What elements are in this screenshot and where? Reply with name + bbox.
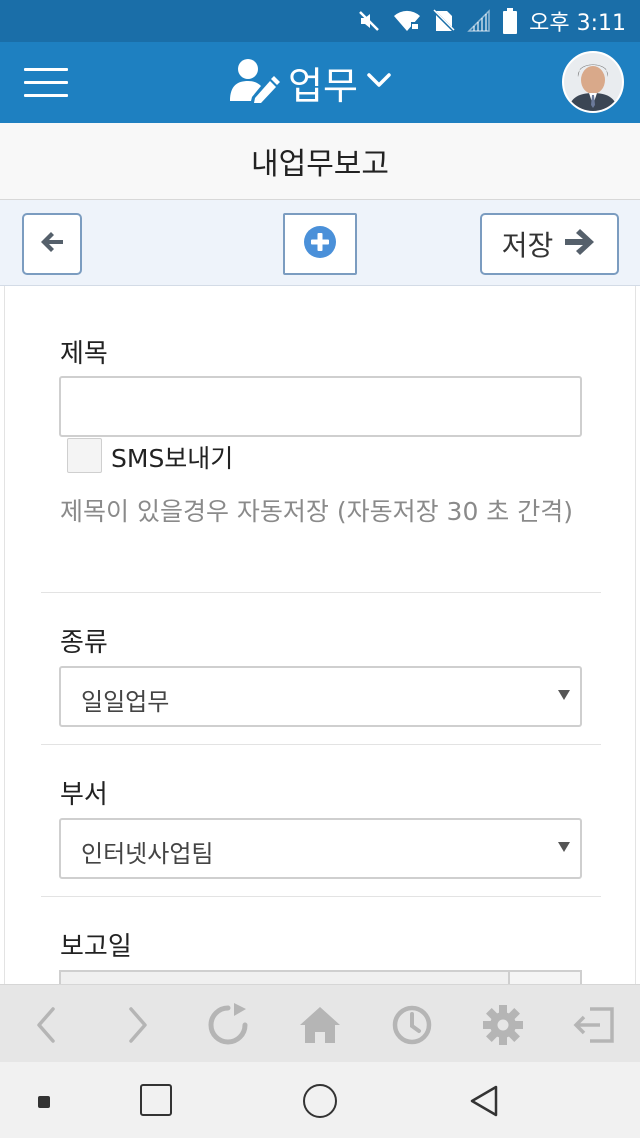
report-form: 제목 SMS보내기 제목이 있을경우 자동저장 (자동저장 30 초 간격) 종… — [4, 286, 636, 984]
dept-label: 부서 — [60, 780, 108, 810]
home-icon[interactable] — [296, 1001, 344, 1049]
select-arrow-icon — [558, 690, 570, 700]
status-time: 오후 3:11 — [529, 11, 626, 36]
user-edit-icon — [230, 57, 280, 107]
chevron-down-icon — [366, 71, 392, 93]
back-button[interactable] — [22, 213, 82, 275]
reload-icon[interactable] — [204, 1001, 252, 1049]
date-picker-button[interactable] — [508, 972, 580, 984]
forward-icon[interactable] — [114, 1001, 162, 1049]
back-triangle-icon[interactable] — [468, 1084, 500, 1118]
dot-icon[interactable] — [38, 1096, 50, 1108]
divider — [41, 592, 601, 593]
page-title-bar: 내업무보고 — [0, 123, 640, 200]
date-label: 보고일 — [60, 932, 132, 962]
app-header: 업무 — [0, 42, 640, 123]
type-select-value: 일일업무 — [81, 688, 170, 716]
select-arrow-icon — [558, 842, 570, 852]
sms-checkbox[interactable] — [67, 438, 102, 473]
dept-select[interactable]: 인터넷사업팀 — [59, 818, 582, 879]
signal-icon — [467, 9, 491, 33]
sms-checkbox-label[interactable]: SMS보내기 — [111, 439, 233, 475]
title-input[interactable] — [59, 376, 582, 437]
action-toolbar: 저장 — [0, 200, 640, 286]
status-icons: 오후 3:11 — [357, 6, 626, 36]
mute-icon — [357, 9, 381, 33]
divider — [41, 896, 601, 897]
divider — [41, 744, 601, 745]
type-label: 종류 — [60, 628, 108, 658]
save-button-label: 저장 — [501, 229, 554, 262]
status-bar: 오후 3:11 — [0, 0, 640, 42]
page-title: 내업무보고 — [251, 147, 389, 182]
date-input[interactable] — [59, 970, 582, 984]
arrow-left-icon — [39, 230, 65, 258]
recents-icon[interactable] — [140, 1084, 172, 1116]
avatar[interactable] — [562, 51, 624, 113]
plus-circle-icon — [303, 225, 337, 263]
title-label: 제목 — [60, 339, 108, 369]
home-circle-icon[interactable] — [303, 1084, 337, 1118]
exit-icon[interactable] — [570, 1001, 618, 1049]
wifi-icon — [393, 9, 421, 33]
add-button[interactable] — [283, 213, 357, 275]
header-title: 업무 — [288, 63, 358, 108]
history-icon[interactable] — [388, 1001, 436, 1049]
system-nav-bar — [0, 1062, 640, 1138]
settings-icon[interactable] — [479, 1001, 527, 1049]
module-selector[interactable]: 업무 — [230, 56, 392, 108]
autosave-hint: 제목이 있을경우 자동저장 (자동저장 30 초 간격) — [60, 497, 574, 526]
type-select[interactable]: 일일업무 — [59, 666, 582, 727]
no-sim-icon — [433, 9, 456, 33]
battery-icon — [503, 8, 518, 34]
dept-select-value: 인터넷사업팀 — [81, 840, 214, 868]
hamburger-icon[interactable] — [24, 68, 68, 98]
save-button[interactable]: 저장 — [480, 213, 619, 275]
arrow-right-icon — [563, 227, 597, 261]
browser-toolbar — [0, 984, 640, 1062]
back-icon[interactable] — [22, 1001, 70, 1049]
